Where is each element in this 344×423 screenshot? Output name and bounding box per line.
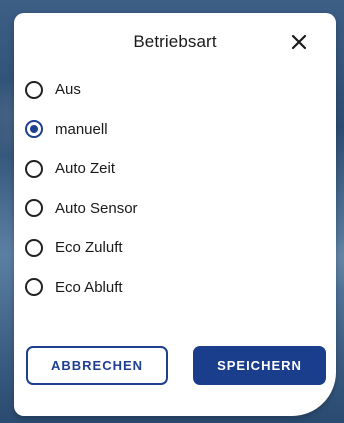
option-label: Auto Zeit (55, 160, 116, 178)
mode-option-list: Aus manuell Auto Zeit Auto Sensor Eco Zu… (14, 70, 336, 307)
radio-button[interactable] (25, 199, 43, 218)
dialog-actions: ABBRECHEN SPEICHERN (14, 346, 336, 386)
option-eco-zuluft[interactable]: Eco Zuluft (14, 228, 336, 268)
radio-button[interactable] (25, 278, 43, 297)
radio-button[interactable] (25, 80, 43, 99)
dialog-header: Betriebsart (14, 13, 336, 71)
option-manuell[interactable]: manuell (14, 110, 336, 150)
close-icon (291, 34, 307, 50)
option-auto-zeit[interactable]: Auto Zeit (14, 149, 336, 189)
save-button[interactable]: SPEICHERN (193, 346, 326, 385)
option-label: manuell (55, 120, 108, 138)
option-label: Eco Abluft (55, 278, 123, 296)
option-label: Aus (55, 81, 81, 99)
radio-button[interactable] (25, 159, 43, 178)
option-label: Auto Sensor (55, 199, 138, 217)
close-button[interactable] (290, 33, 308, 51)
option-aus[interactable]: Aus (14, 70, 336, 110)
cancel-button[interactable]: ABBRECHEN (26, 346, 168, 385)
dialog-title: Betriebsart (133, 32, 217, 51)
option-label: Eco Zuluft (55, 239, 123, 257)
option-auto-sensor[interactable]: Auto Sensor (14, 189, 336, 229)
radio-button-selected[interactable] (25, 120, 43, 139)
radio-button[interactable] (25, 238, 43, 257)
operating-mode-dialog: Betriebsart Aus manuell Auto Zeit Auto S… (14, 13, 336, 416)
option-eco-abluft[interactable]: Eco Abluft (14, 268, 336, 308)
